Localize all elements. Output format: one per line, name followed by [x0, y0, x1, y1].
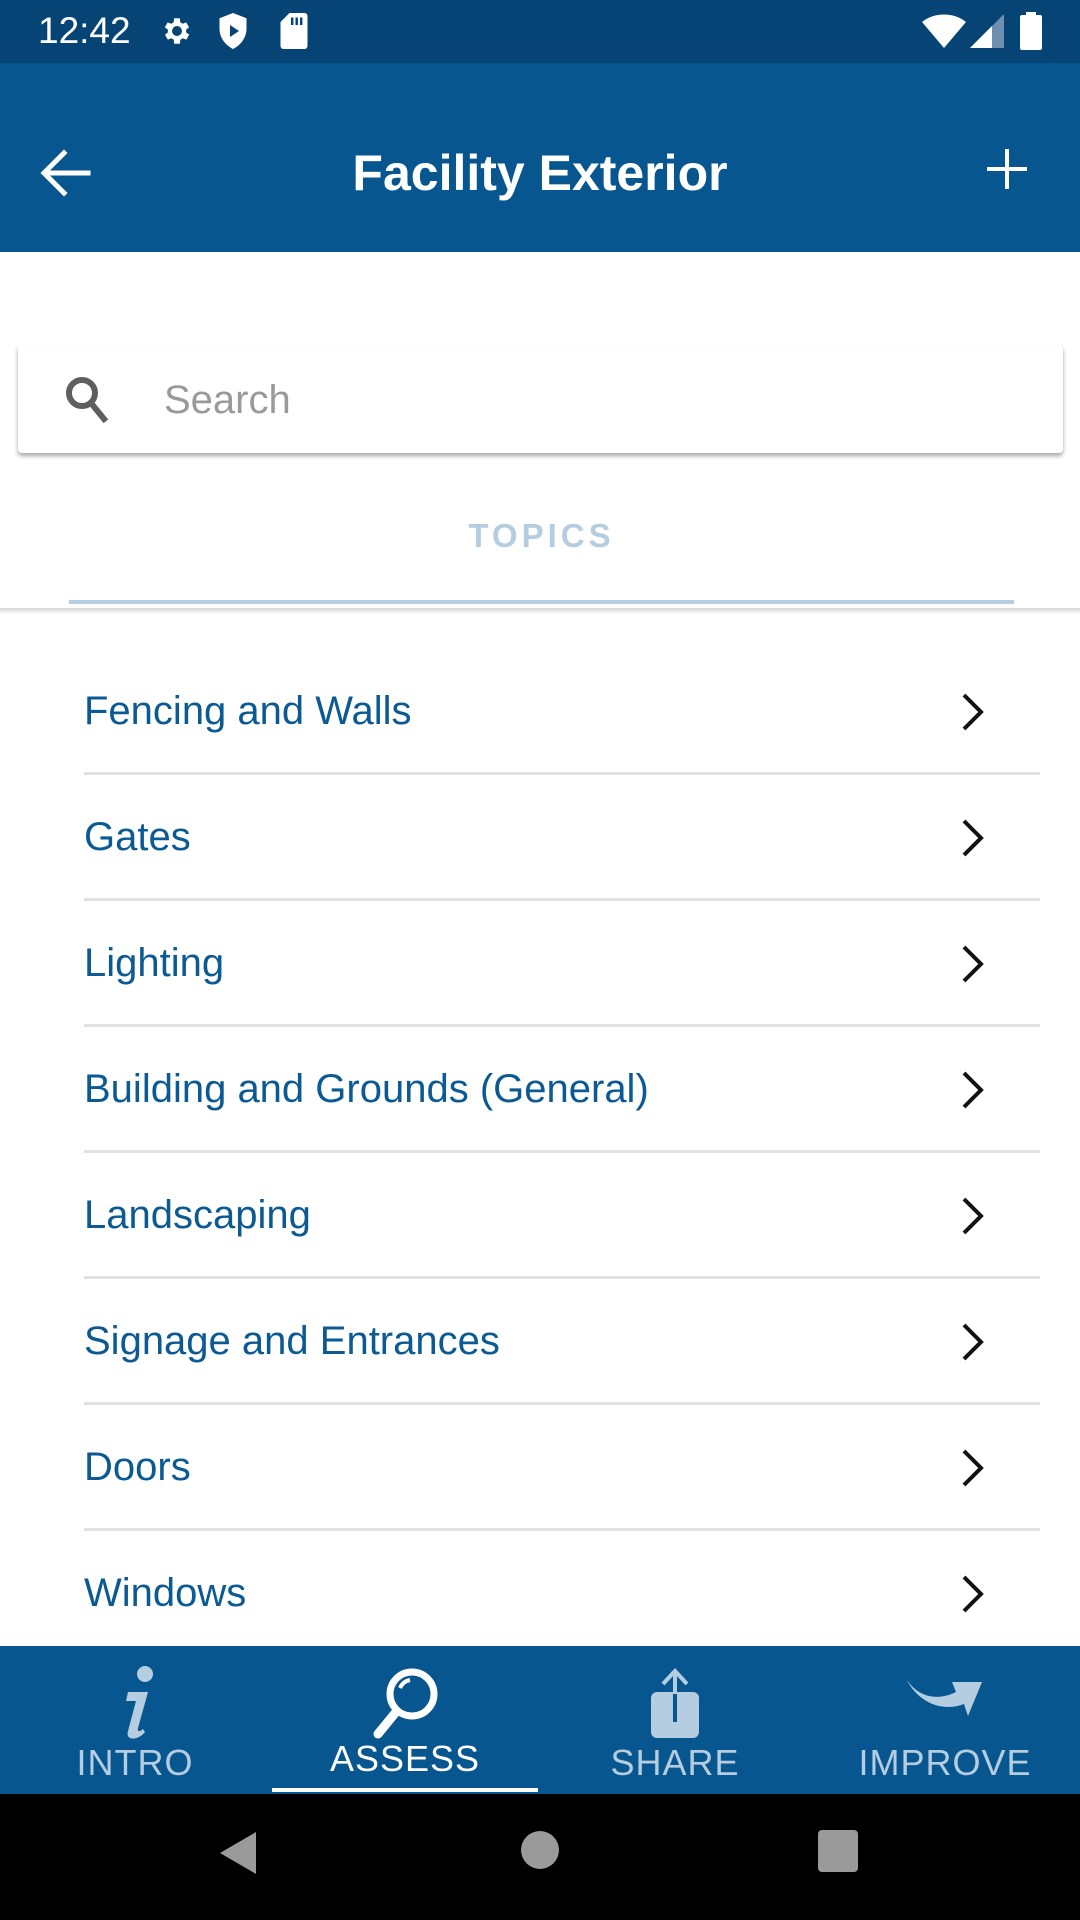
topic-row-doors[interactable]: Doors — [84, 1404, 1040, 1531]
search-input[interactable] — [162, 365, 1026, 435]
page-title: Facility Exterior — [352, 145, 728, 201]
topic-row-gates[interactable]: Gates — [84, 774, 1040, 901]
tab-topics-label: TOPICS — [468, 517, 615, 554]
settings-gear-icon — [164, 18, 190, 44]
plus-icon — [987, 149, 1027, 189]
tab-indicator — [69, 600, 1014, 604]
nav-intro-label: INTRO — [76, 1742, 194, 1783]
wifi-icon — [922, 14, 966, 48]
sd-card-icon — [280, 13, 308, 49]
topic-label: Landscaping — [84, 1193, 311, 1237]
system-back-icon[interactable] — [218, 1830, 258, 1876]
share-upload-icon — [651, 1668, 699, 1738]
cell-signal-icon — [970, 14, 1004, 48]
topic-label: Lighting — [84, 941, 225, 985]
search-bar — [18, 345, 1063, 453]
nav-improve-label: IMPROVE — [858, 1742, 1032, 1783]
topic-row-landscaping[interactable]: Landscaping — [84, 1152, 1040, 1279]
chevron-right-icon — [962, 1575, 984, 1613]
shield-play-icon — [219, 13, 247, 49]
chevron-right-icon — [962, 1071, 984, 1109]
app-bar: Facility Exterior — [0, 63, 1080, 252]
nav-assess[interactable]: ASSESS — [270, 1646, 540, 1794]
nav-intro[interactable]: INTRO — [0, 1646, 270, 1794]
magnifier-icon — [373, 1668, 438, 1739]
add-button[interactable] — [985, 147, 1045, 203]
system-home-icon[interactable] — [520, 1830, 560, 1870]
chevron-right-icon — [962, 693, 984, 731]
topic-label: Doors — [84, 1445, 191, 1489]
info-icon — [126, 1666, 153, 1739]
topic-row-windows[interactable]: Windows — [84, 1530, 1040, 1656]
nav-improve[interactable]: IMPROVE — [810, 1646, 1080, 1794]
topic-label: Fencing and Walls — [84, 689, 412, 733]
nav-share[interactable]: SHARE — [540, 1646, 810, 1794]
tab-bar-divider — [0, 608, 1080, 614]
system-recents-icon[interactable] — [818, 1830, 858, 1872]
active-tab-indicator — [272, 1788, 538, 1792]
battery-icon — [1020, 12, 1042, 50]
topic-row-fencing-and-walls[interactable]: Fencing and Walls — [84, 648, 1040, 775]
topic-row-signage-and-entrances[interactable]: Signage and Entrances — [84, 1278, 1040, 1405]
system-navigation-bar — [0, 1794, 1080, 1920]
nav-assess-label: ASSESS — [329, 1738, 481, 1779]
bottom-navigation: INTRO ASSESS SHARE IMPROVE — [0, 1646, 1080, 1794]
status-time: 12:42 — [38, 10, 131, 51]
curved-arrow-icon — [906, 1678, 982, 1716]
chevron-right-icon — [962, 1197, 984, 1235]
chevron-right-icon — [962, 1449, 984, 1487]
topic-label: Windows — [84, 1571, 247, 1615]
chevron-right-icon — [962, 819, 984, 857]
search-icon — [66, 377, 109, 423]
chevron-right-icon — [962, 945, 984, 983]
tab-topics[interactable]: TOPICS — [69, 490, 1014, 608]
chevron-right-icon — [962, 1323, 984, 1361]
topic-row-lighting[interactable]: Lighting — [84, 900, 1040, 1027]
topic-label: Signage and Entrances — [84, 1319, 500, 1363]
status-bar: 12:42 — [0, 0, 1080, 63]
nav-share-label: SHARE — [610, 1742, 740, 1783]
topic-row-building-and-grounds[interactable]: Building and Grounds (General) — [84, 1026, 1040, 1153]
topic-label: Building and Grounds (General) — [84, 1067, 649, 1111]
topic-label: Gates — [84, 815, 191, 859]
